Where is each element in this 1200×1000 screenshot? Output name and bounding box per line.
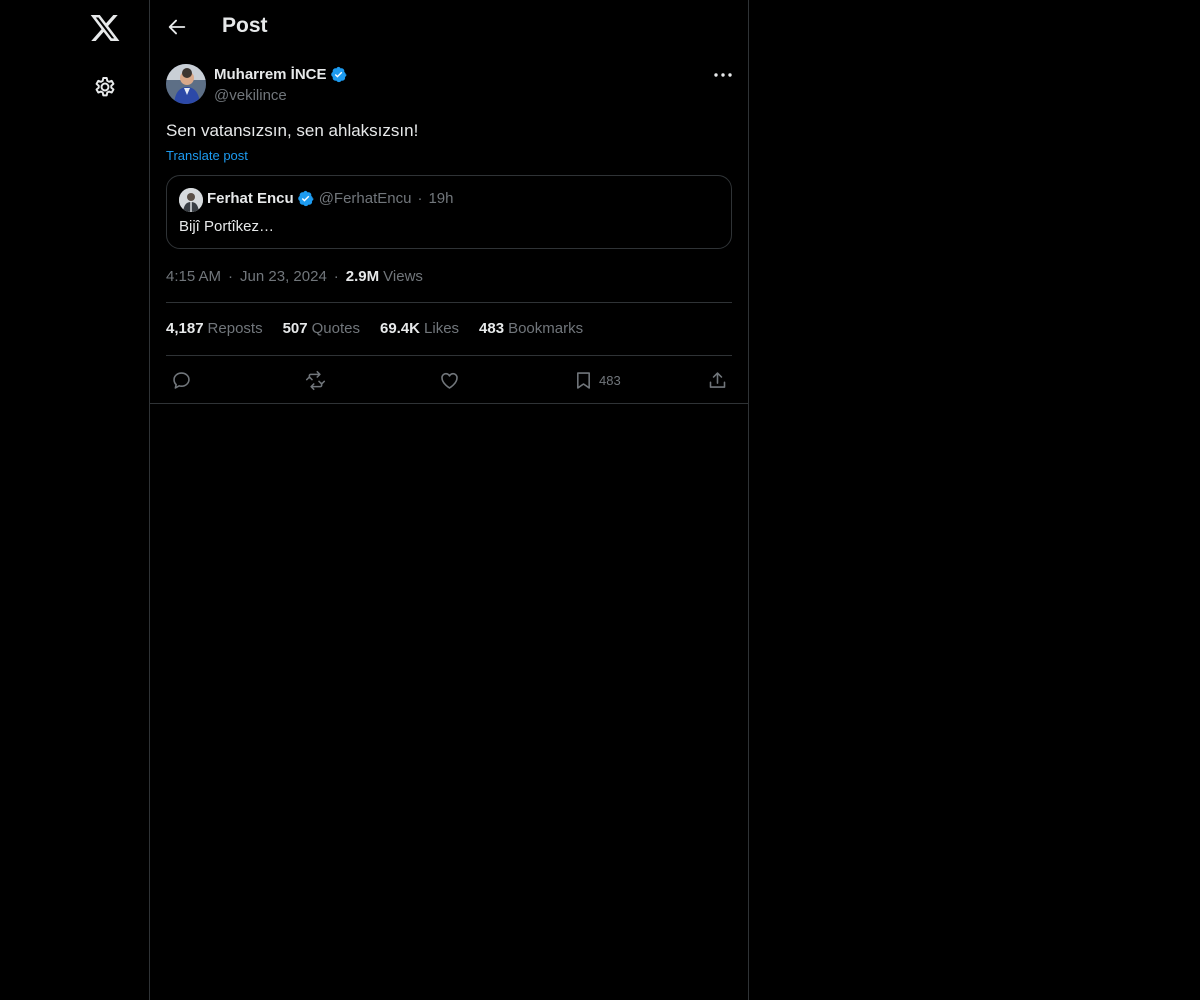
quotes-stat[interactable]: 507 Quotes	[283, 320, 360, 337]
heart-icon[interactable]	[439, 368, 460, 392]
left-nav	[0, 0, 149, 1000]
post-stats: 4,187 Reposts 507 Quotes 69.4K Likes 483 Boo…	[166, 320, 603, 337]
quotes-count: 507	[282, 320, 308, 337]
author-row: Muharrem İNCE	[214, 66, 347, 83]
reposts-stat[interactable]: 4,187 Reposts	[166, 320, 263, 337]
views-label: Views	[383, 268, 423, 285]
verified-badge-icon	[330, 66, 347, 83]
bookmarks-label: Bookmarks	[508, 320, 584, 337]
post: Muharrem İNCE @vekilince Sen vatansızsın…	[150, 54, 748, 404]
arrow-left-icon[interactable]	[166, 16, 188, 38]
meta-separator: ·	[228, 268, 234, 285]
app: Post Muharrem İNCE @vekilince Sen vatans…	[0, 0, 1200, 1000]
post-meta: 4:15 AM · Jun 23, 2024 · 2.9M Views	[166, 268, 423, 285]
author-handle[interactable]: @vekilince	[214, 87, 287, 104]
page-title: Post	[222, 14, 268, 37]
share-icon[interactable]	[707, 368, 728, 392]
likes-stat[interactable]: 69.4K Likes	[380, 320, 459, 337]
more-horizontal-icon[interactable]	[712, 66, 734, 84]
reply-icon[interactable]	[171, 368, 192, 392]
likes-label: Likes	[424, 320, 460, 337]
bookmark-icon	[577, 371, 590, 389]
post-time[interactable]: 4:15 AM	[166, 268, 221, 285]
likes-count: 69.4K	[379, 320, 421, 337]
page-header: Post	[150, 0, 748, 54]
divider	[166, 302, 732, 303]
quote-text: Bijî Portîkez…	[179, 218, 275, 235]
post-date[interactable]: Jun 23, 2024	[240, 268, 327, 285]
bookmarks-stat[interactable]: 483 Bookmarks	[479, 320, 583, 337]
meta-separator: ·	[333, 268, 339, 285]
main-column: Post Muharrem İNCE @vekilince Sen vatans…	[149, 0, 749, 1000]
quote-author-name: Ferhat Encu	[207, 190, 294, 207]
bookmark-button[interactable]: 483	[573, 368, 621, 392]
quote-separator: ·	[417, 190, 423, 207]
quote-author-handle: @FerhatEncu	[318, 190, 412, 207]
bookmarks-count: 483	[479, 320, 505, 337]
bookmark-count: 483	[599, 372, 621, 388]
quotes-label: Quotes	[311, 320, 360, 337]
post-text: Sen vatansızsın, sen ahlaksızsın!	[166, 121, 419, 140]
avatar[interactable]	[166, 64, 206, 104]
quoted-post[interactable]: Ferhat Encu @FerhatEncu · 19h Bijî Portî…	[166, 175, 732, 249]
quote-header: Ferhat Encu @FerhatEncu · 19h	[207, 190, 454, 207]
reposts-label: Reposts	[207, 320, 263, 337]
gear-icon[interactable]	[92, 74, 118, 100]
x-logo-icon[interactable]	[89, 12, 121, 44]
author-name[interactable]: Muharrem İNCE	[214, 66, 327, 83]
quote-avatar	[179, 188, 203, 212]
repost-icon[interactable]	[305, 368, 326, 392]
views-count: 2.9M	[345, 268, 380, 285]
quote-timestamp: 19h	[428, 190, 454, 207]
translate-post-link[interactable]: Translate post	[166, 148, 248, 163]
verified-badge-icon	[297, 190, 314, 207]
action-bar: 483	[150, 356, 748, 404]
reposts-count: 4,187	[166, 320, 204, 337]
